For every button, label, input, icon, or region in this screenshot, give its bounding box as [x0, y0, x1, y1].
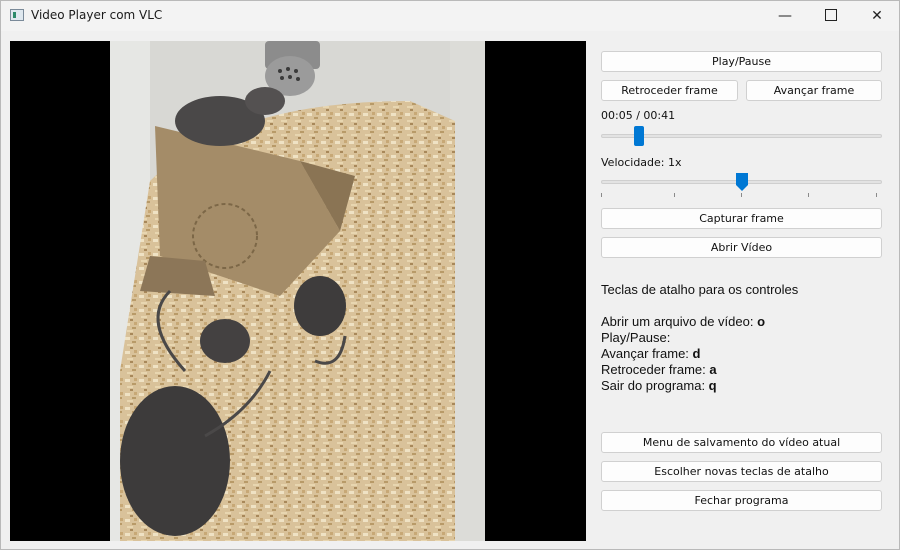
minimize-icon: —	[778, 8, 792, 24]
capture-frame-button[interactable]: Capturar frame	[601, 208, 882, 229]
shortcut-item: Retroceder frame: a	[601, 362, 717, 377]
app-icon	[10, 9, 24, 21]
speed-tick	[741, 193, 742, 197]
shortcut-item: Abrir um arquivo de vídeo: o	[601, 314, 765, 329]
shortcuts-title: Teclas de atalho para os controles	[601, 282, 799, 297]
speed-tick	[674, 193, 675, 197]
video-display[interactable]	[10, 41, 586, 541]
shortcut-item: Sair do programa: q	[601, 378, 717, 393]
save-menu-button[interactable]: Menu de salvamento do vídeo atual	[601, 432, 882, 453]
title-bar[interactable]: Video Player com VLC — ✕	[1, 1, 899, 31]
minimize-button[interactable]: —	[762, 1, 808, 31]
app-window: Video Player com VLC — ✕ Play/Pause Retr…	[0, 0, 900, 550]
close-window-button[interactable]: ✕	[854, 1, 899, 31]
video-frame-image	[110, 41, 485, 541]
shortcut-label: Sair do programa:	[601, 378, 709, 393]
new-shortcuts-button[interactable]: Escolher novas teclas de atalho	[601, 461, 882, 482]
play-pause-button[interactable]: Play/Pause	[601, 51, 882, 72]
shortcuts-panel: Teclas de atalho para os controles	[601, 282, 798, 297]
shortcut-key: o	[757, 314, 766, 329]
shortcut-item: Avançar frame: d	[601, 346, 700, 361]
forward-frame-button[interactable]: Avançar frame	[746, 80, 882, 101]
time-display: 00:05 / 00:41	[601, 109, 676, 122]
shortcut-label: Retroceder frame:	[601, 362, 710, 377]
close-icon: ✕	[871, 8, 883, 24]
speed-tick	[808, 193, 809, 197]
open-video-button[interactable]: Abrir Vídeo	[601, 237, 882, 258]
maximize-icon	[825, 9, 837, 21]
shortcut-key: q	[708, 378, 717, 393]
shortcut-key: d	[692, 346, 701, 361]
shortcut-label: Play/Pause:	[601, 330, 671, 345]
maximize-button[interactable]	[808, 1, 854, 31]
time-slider[interactable]	[601, 125, 882, 147]
shortcut-label: Avançar frame:	[601, 346, 693, 361]
window-title: Video Player com VLC	[31, 8, 163, 22]
speed-tick	[876, 193, 877, 197]
close-program-button[interactable]: Fechar programa	[601, 490, 882, 511]
speed-label: Velocidade: 1x	[601, 156, 682, 169]
time-slider-handle[interactable]	[634, 126, 644, 146]
speed-tick	[601, 193, 602, 197]
shortcut-key: a	[709, 362, 717, 377]
shortcut-item: Play/Pause:	[601, 330, 670, 345]
speed-slider-handle[interactable]	[736, 173, 748, 191]
shortcut-label: Abrir um arquivo de vídeo:	[601, 314, 758, 329]
speed-slider[interactable]	[601, 173, 882, 199]
back-frame-button[interactable]: Retroceder frame	[601, 80, 738, 101]
